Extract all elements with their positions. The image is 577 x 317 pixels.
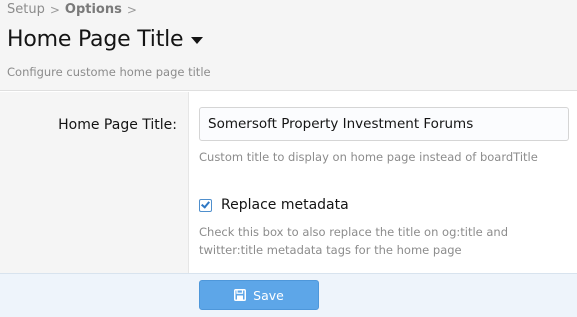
page-title-row[interactable]: Home Page Title [7, 27, 204, 52]
home-page-title-label: Home Page Title: [58, 117, 177, 133]
form-label-column: Home Page Title: [0, 92, 189, 273]
home-page-title-hint: Custom title to display on home page ins… [199, 150, 538, 164]
breadcrumb: Setup > Options > [7, 2, 142, 17]
floppy-disk-icon [234, 289, 247, 301]
breadcrumb-item-options[interactable]: Options [65, 2, 122, 17]
save-button-label: Save [253, 287, 284, 303]
form-footer: Save [0, 273, 577, 317]
replace-metadata-checkbox[interactable] [199, 198, 212, 212]
breadcrumb-separator: > [126, 2, 137, 17]
page-title: Home Page Title [7, 27, 184, 52]
caret-down-icon[interactable] [191, 37, 204, 44]
home-page-title-input[interactable] [199, 107, 569, 141]
breadcrumb-separator: > [49, 2, 60, 17]
checkmark-icon [201, 198, 210, 209]
replace-metadata-option[interactable]: Replace metadata [199, 197, 349, 213]
replace-metadata-hint: Check this box to also replace the title… [199, 225, 509, 257]
replace-metadata-label[interactable]: Replace metadata [221, 197, 349, 213]
save-button[interactable]: Save [199, 280, 319, 310]
page-header: Setup > Options > Home Page Title Config… [0, 0, 577, 91]
breadcrumb-item-setup[interactable]: Setup [7, 2, 45, 17]
page-description: Configure custome home page title [7, 65, 211, 79]
